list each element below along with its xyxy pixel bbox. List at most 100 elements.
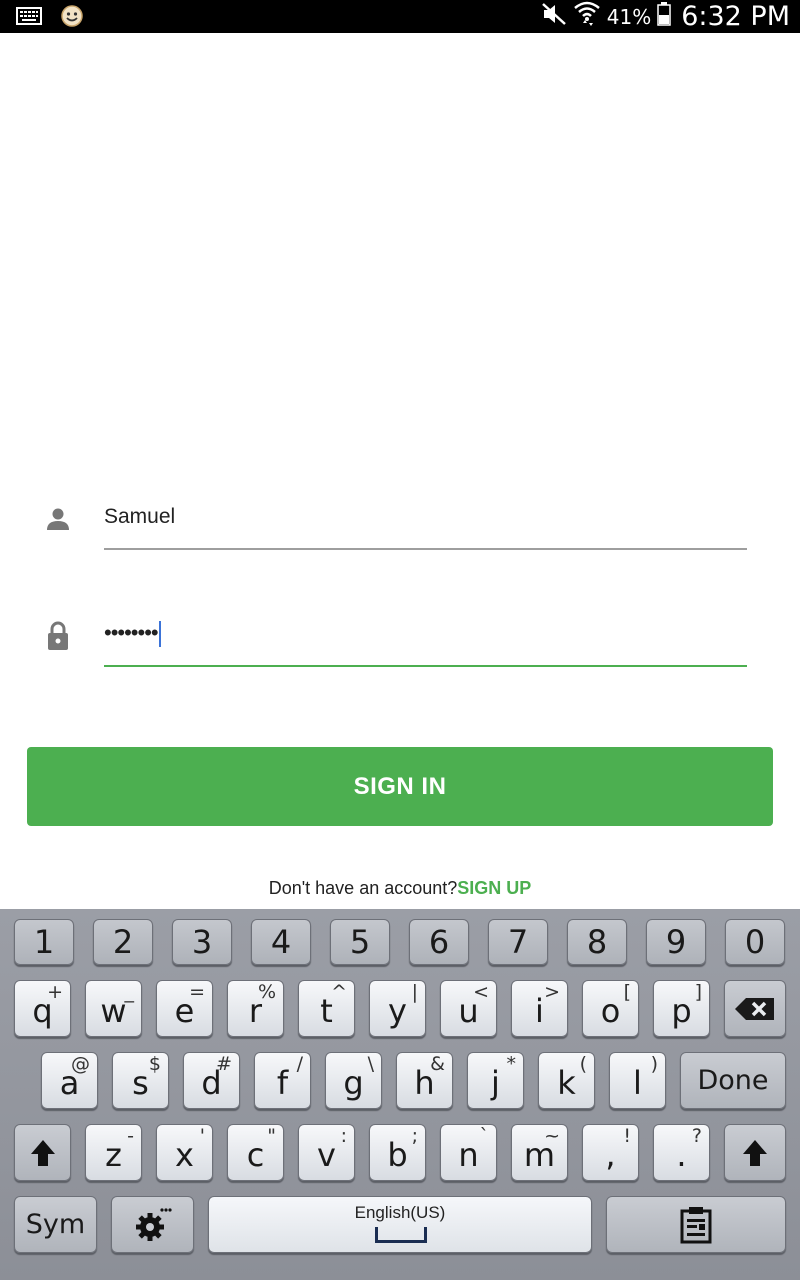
key-l[interactable]: l) <box>609 1052 666 1109</box>
key-j[interactable]: j * <box>467 1052 524 1109</box>
password-field[interactable]: •••••••• <box>0 610 800 670</box>
key-label: 6 <box>428 923 450 961</box>
shift-key-right[interactable] <box>724 1124 786 1181</box>
key-x[interactable]: x ' <box>156 1124 213 1181</box>
key-v[interactable]: v: <box>298 1124 355 1181</box>
key-secondary-label: @ <box>71 1053 90 1075</box>
keyboard-icon <box>16 6 42 31</box>
key-y[interactable]: y | <box>369 980 426 1037</box>
key-4[interactable]: 4 <box>251 919 311 965</box>
sign-up-link[interactable]: SIGN UP <box>457 878 531 898</box>
key-6[interactable]: 6 <box>409 919 469 965</box>
key-secondary-label: > <box>544 981 560 1003</box>
key-5[interactable]: 5 <box>330 919 390 965</box>
username-input[interactable]: Samuel <box>104 505 175 529</box>
key-p[interactable]: p] <box>653 980 710 1037</box>
key-i[interactable]: i > <box>511 980 568 1037</box>
key-c[interactable]: c " <box>227 1124 284 1181</box>
password-input[interactable]: •••••••• <box>104 620 161 648</box>
status-bar: 41% 6:32 PM <box>0 0 800 33</box>
signup-row: Don't have an account?SIGN UP <box>0 878 800 899</box>
key-secondary-label: < <box>473 981 489 1003</box>
key-period[interactable]: .? <box>653 1124 710 1181</box>
key-secondary-label: ( <box>579 1053 587 1075</box>
key-z[interactable]: z- <box>85 1124 142 1181</box>
key-secondary-label: $ <box>148 1053 161 1075</box>
app-notification-icon <box>60 4 84 33</box>
key-g[interactable]: g \ <box>325 1052 382 1109</box>
key-label: 2 <box>112 923 134 961</box>
settings-key[interactable] <box>111 1196 194 1253</box>
mute-icon <box>541 2 567 31</box>
key-label: 5 <box>349 923 371 961</box>
key-1[interactable]: 1 <box>14 919 74 965</box>
key-secondary-label: ^ <box>331 981 347 1003</box>
key-label: 9 <box>665 923 687 961</box>
backspace-icon <box>725 981 785 1036</box>
key-r[interactable]: r% <box>227 980 284 1037</box>
key-k[interactable]: k( <box>538 1052 595 1109</box>
key-7[interactable]: 7 <box>488 919 548 965</box>
text-cursor <box>158 621 161 648</box>
key-a[interactable]: a @ <box>41 1052 98 1109</box>
key-m[interactable]: m ~ <box>511 1124 568 1181</box>
key-secondary-label: : <box>340 1125 347 1147</box>
signup-prompt: Don't have an account? <box>268 878 458 898</box>
shift-key-left[interactable] <box>14 1124 71 1181</box>
key-secondary-label: [ <box>623 981 631 1003</box>
battery-icon <box>657 2 671 31</box>
key-q[interactable]: q + <box>14 980 71 1037</box>
key-secondary-label: & <box>430 1053 445 1075</box>
key-secondary-label: * <box>506 1053 517 1075</box>
password-dots: •••••••• <box>104 620 159 645</box>
password-underline <box>104 665 747 667</box>
key-label: 8 <box>586 923 608 961</box>
key-secondary-label: + <box>47 981 63 1003</box>
shift-icon <box>725 1125 785 1180</box>
username-underline <box>104 548 747 550</box>
key-secondary-label: = <box>189 981 205 1003</box>
key-secondary-label: _ <box>124 981 135 1003</box>
key-h[interactable]: h & <box>396 1052 453 1109</box>
key-w[interactable]: w _ <box>85 980 142 1037</box>
key-secondary-label: \ <box>367 1053 374 1075</box>
battery-percent: 41% <box>606 4 652 29</box>
key-secondary-label: ) <box>650 1053 658 1075</box>
key-secondary-label: ` <box>479 1125 490 1147</box>
soft-keyboard: 1 2 3 4 5 6 7 8 9 0 q + w _ e = r% t ^ y | u < i > o[p] a @ s $ d # f / g \… <box>0 909 800 1280</box>
backspace-key[interactable] <box>724 980 786 1037</box>
key-8[interactable]: 8 <box>567 919 627 965</box>
key-9[interactable]: 9 <box>646 919 706 965</box>
key-u[interactable]: u < <box>440 980 497 1037</box>
key-t[interactable]: t ^ <box>298 980 355 1037</box>
key-comma[interactable]: ,! <box>582 1124 639 1181</box>
key-f[interactable]: f / <box>254 1052 311 1109</box>
key-label: 1 <box>33 923 55 961</box>
key-d[interactable]: d # <box>183 1052 240 1109</box>
done-key[interactable]: Done <box>680 1052 786 1109</box>
key-secondary-label: # <box>216 1053 232 1075</box>
key-n[interactable]: n ` <box>440 1124 497 1181</box>
key-b[interactable]: b; <box>369 1124 426 1181</box>
space-key[interactable]: English(US) <box>208 1196 592 1253</box>
key-o[interactable]: o[ <box>582 980 639 1037</box>
key-label: 7 <box>507 923 529 961</box>
clock: 6:32 PM <box>681 1 790 32</box>
gear-icon <box>112 1197 193 1252</box>
key-label: 3 <box>191 923 213 961</box>
sym-key[interactable]: Sym <box>14 1196 97 1253</box>
username-field[interactable]: Samuel <box>0 495 800 555</box>
key-3[interactable]: 3 <box>172 919 232 965</box>
key-2[interactable]: 2 <box>93 919 153 965</box>
key-secondary-label: ] <box>694 981 702 1003</box>
wifi-icon <box>573 0 601 34</box>
key-secondary-label: - <box>127 1125 134 1147</box>
key-0[interactable]: 0 <box>725 919 785 965</box>
key-secondary-label: ? <box>691 1125 702 1147</box>
key-s[interactable]: s $ <box>112 1052 169 1109</box>
key-secondary-label: " <box>267 1125 276 1147</box>
clipboard-key[interactable] <box>606 1196 786 1253</box>
language-label: English(US) <box>354 1203 446 1222</box>
sign-in-button[interactable]: SIGN IN <box>27 747 773 826</box>
key-e[interactable]: e = <box>156 980 213 1037</box>
